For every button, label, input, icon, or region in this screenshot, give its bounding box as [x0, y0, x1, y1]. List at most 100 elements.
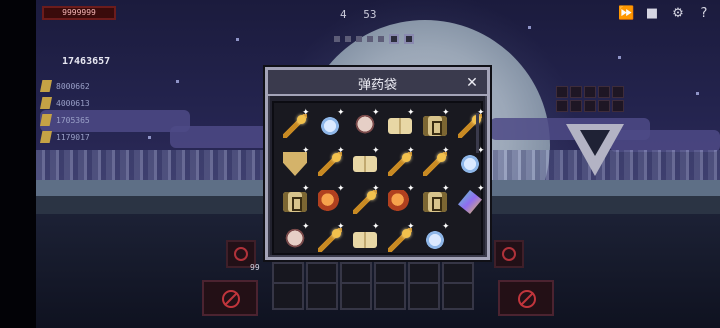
ancient-scroll-icon — [283, 192, 307, 212]
sparkle-icon: ✦ — [337, 108, 345, 118]
inventory-slot[interactable]: ✦ — [280, 147, 310, 179]
rune-cell — [556, 100, 568, 112]
ban-icon — [222, 290, 240, 308]
cloud — [170, 126, 280, 148]
disabled-slot-button[interactable] — [494, 240, 524, 268]
inventory-slot[interactable]: ✦ — [385, 185, 415, 217]
inventory-slot[interactable]: ✦ — [420, 146, 450, 179]
inventory-slot[interactable]: ✦ — [280, 223, 310, 255]
cloud — [610, 130, 720, 152]
ammo-count: 99 — [250, 263, 260, 272]
sparkle-icon: ✦ — [337, 222, 345, 232]
sparkle-icon: ✦ — [442, 108, 450, 118]
inventory-slot[interactable]: ✦ — [280, 185, 310, 217]
screen-edge — [0, 0, 36, 328]
ancient-scroll-icon — [423, 192, 447, 212]
page-dot — [334, 36, 340, 42]
sparkle-icon: ✦ — [372, 184, 380, 194]
hp-bar: 9999999 — [42, 6, 116, 20]
ban-icon — [518, 290, 536, 308]
rune-cell — [570, 100, 582, 112]
inventory-slot[interactable]: ✦ — [420, 184, 450, 217]
inventory-panel: ✦ ✦ ✦ ✦ ✦ ✦ ✦ ✦ ✦ ✦ ✦ ✦ ✦ ✦ ✦ ✦ ✦ ✦ ✦ ✦ ✦ ✦ ✦ — [272, 101, 487, 257]
inventory-slot[interactable]: ✦ — [385, 108, 415, 141]
sparkle-icon: ✦ — [337, 146, 345, 156]
rune-cell — [556, 86, 568, 98]
stat-row: 8000662 — [40, 78, 90, 94]
inventory-slot[interactable]: ✦ — [350, 109, 380, 141]
inventory-slot[interactable]: ✦ — [385, 222, 415, 255]
bag-icon[interactable]: ■ — [644, 6, 660, 22]
inventory-slot[interactable]: ✦ — [350, 184, 380, 217]
settings-icon[interactable]: ⚙ — [670, 6, 686, 22]
equip-slot[interactable] — [442, 282, 474, 310]
star — [528, 26, 531, 29]
inventory-slot[interactable]: ✦ — [315, 185, 345, 217]
inventory-slot[interactable]: ✦ — [350, 222, 380, 255]
rune-cell — [598, 100, 610, 112]
stats-panel: 8000662 4000613 1705365 1179017 — [40, 78, 90, 146]
page-dot-active — [389, 34, 399, 44]
inventory-slot[interactable]: ✦ — [420, 108, 450, 141]
equip-slot[interactable] — [272, 282, 304, 310]
equipment-bar-row2 — [272, 282, 474, 310]
equip-slot[interactable] — [408, 282, 440, 310]
ban-icon — [502, 247, 516, 261]
inventory-slot[interactable]: ✦ — [455, 109, 485, 141]
inventory-slot[interactable]: ✦ — [313, 108, 347, 143]
ancient-scroll-icon — [423, 116, 447, 136]
inventory-slot[interactable]: ✦ — [315, 222, 345, 255]
stat-value: 1705365 — [56, 115, 90, 125]
star — [148, 136, 151, 139]
top-right-toolbar: ⏩ ■ ⚙ ? — [618, 6, 712, 22]
inventory-grid: ✦ ✦ ✦ ✦ ✦ ✦ ✦ ✦ ✦ ✦ ✦ ✦ ✦ ✦ ✦ ✦ ✦ ✦ ✦ ✦ ✦ ✦ ✦ — [280, 108, 487, 257]
rune-cell — [612, 100, 624, 112]
sparkle-icon: ✦ — [407, 222, 415, 232]
inventory-slot[interactable]: ✦ — [350, 146, 380, 179]
rune-cell — [612, 86, 624, 98]
page-dot — [345, 36, 351, 42]
rune-cell — [570, 86, 582, 98]
level-counter: 53 — [363, 8, 377, 21]
fast-forward-icon[interactable]: ⏩ — [618, 6, 634, 22]
equip-slot[interactable] — [306, 282, 338, 310]
defense-icon — [40, 97, 52, 109]
sparkle-icon: ✦ — [372, 146, 380, 156]
rune-cell — [598, 86, 610, 98]
inventory-slot[interactable]: ✦ — [455, 184, 485, 217]
spell-book-icon — [353, 156, 377, 172]
sparkle-icon: ✦ — [477, 184, 485, 194]
equip-slot[interactable] — [374, 282, 406, 310]
equip-slot[interactable] — [340, 282, 372, 310]
sparkle-icon: ✦ — [442, 184, 450, 194]
sparkle-icon: ✦ — [442, 146, 450, 156]
stat-row: 4000613 — [40, 95, 90, 111]
stat-row: 1179017 — [40, 129, 90, 145]
inventory-slot[interactable]: ✦ — [315, 146, 345, 179]
help-icon[interactable]: ? — [696, 6, 712, 22]
inventory-slot[interactable]: ✦ — [418, 223, 452, 257]
star — [176, 80, 179, 83]
enemy-rune-grid — [556, 86, 624, 112]
rune-cell — [584, 86, 596, 98]
sparkle-icon: ✦ — [372, 222, 380, 232]
ban-button-left[interactable] — [202, 280, 258, 316]
ban-icon — [234, 247, 248, 261]
scrollbar[interactable] — [476, 113, 479, 153]
spell-book-icon — [353, 232, 377, 248]
inventory-slot[interactable]: ✦ — [453, 147, 487, 181]
ammo-bag-dialog: 弹药袋 ✕ ✦ ✦ ✦ ✦ ✦ ✦ ✦ ✦ ✦ ✦ ✦ ✦ ✦ ✦ ✦ ✦ ✦ ✦ ✦ ✦ ✦ ✦ ✦ — [265, 67, 490, 260]
inventory-slot[interactable]: ✦ — [280, 109, 310, 141]
stat-row: 1705365 — [40, 112, 90, 128]
dialog-header: 弹药袋 ✕ — [268, 70, 487, 96]
sparkle-icon: ✦ — [407, 108, 415, 118]
top-center-counters: 4 53 — [340, 8, 387, 21]
star — [236, 38, 239, 41]
game-scene: 9999999 4 53 ⏩ ■ ⚙ ? 17463657 8000662 40… — [0, 0, 720, 328]
ban-button-right[interactable] — [498, 280, 554, 316]
inventory-slot[interactable]: ✦ — [385, 146, 415, 179]
close-icon[interactable]: ✕ — [464, 75, 480, 91]
rune-cell — [584, 100, 596, 112]
stat-value: 8000662 — [56, 81, 90, 91]
sparkle-icon: ✦ — [407, 146, 415, 156]
